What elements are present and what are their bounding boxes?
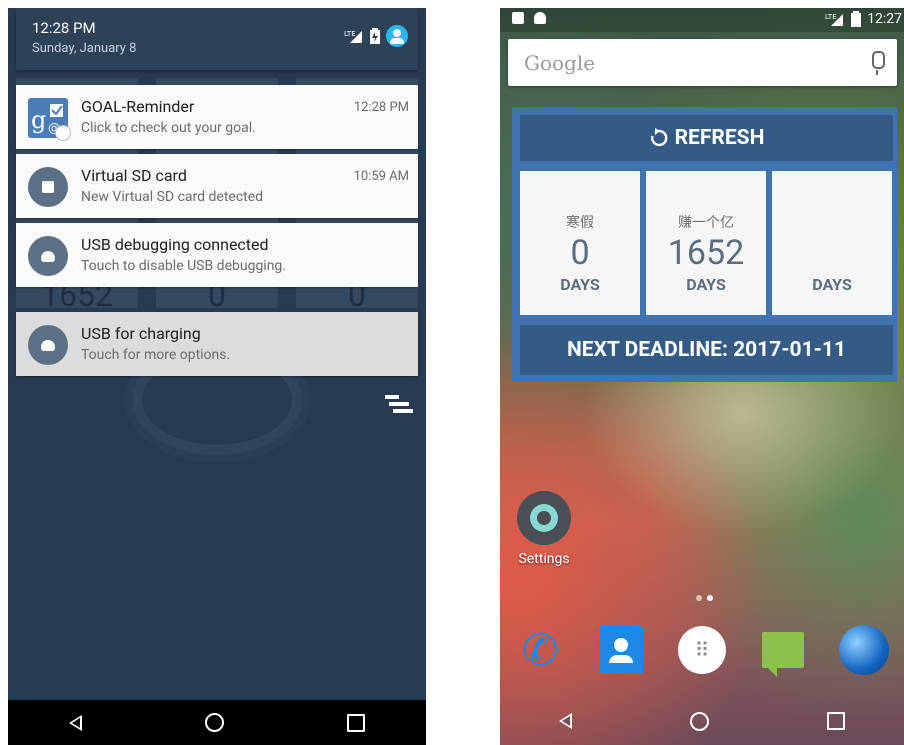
sd-card-icon: [512, 12, 524, 24]
battery-icon: [851, 11, 862, 27]
notification-goal-reminder[interactable]: g @ GOAL-Reminder Click to check out your…: [16, 85, 418, 149]
goal-card[interactable]: 赚一个亿 1652 DAYS: [646, 171, 766, 315]
notification-title: Virtual SD card: [81, 166, 187, 185]
goal-app-icon: g @: [28, 98, 71, 141]
goal-days-unit: DAYS: [560, 275, 600, 294]
notification-title: USB debugging connected: [81, 235, 269, 254]
android-icon: [534, 12, 546, 24]
status-left-icons: [512, 12, 546, 24]
goal-days-value: 0: [570, 233, 590, 273]
quick-settings-header[interactable]: 12:28 PM Sunday, January 8 LTE: [16, 8, 418, 70]
page-dot-active: [707, 595, 713, 601]
svg-text:LTE: LTE: [825, 13, 837, 21]
page-indicator: [696, 595, 713, 601]
notification-text: Click to check out your goal.: [81, 120, 256, 136]
notification-usb-debugging[interactable]: USB debugging connected Touch to disable…: [16, 223, 418, 287]
back-icon[interactable]: [69, 714, 83, 731]
notification-title: GOAL-Reminder: [81, 97, 195, 116]
goal-days-value: 1652: [667, 233, 745, 273]
home-icon[interactable]: [204, 713, 224, 732]
status-bar: LTE 12:27: [500, 8, 904, 32]
notification-text: Touch to disable USB debugging.: [81, 258, 286, 274]
notification-text: Touch for more options.: [81, 347, 231, 363]
phone-icon[interactable]: ✆: [514, 624, 566, 676]
app-label: Settings: [518, 551, 570, 567]
back-icon[interactable]: [559, 713, 572, 729]
notification-usb-charging[interactable]: USB for charging Touch for more options.: [16, 312, 418, 376]
home-screen: LTE 12:27 Google REFRESH 寒假 0 DAYS 赚一个亿 …: [500, 8, 904, 745]
svg-text:LTE: LTE: [344, 30, 356, 38]
goal-card[interactable]: 寒假 0 DAYS: [520, 171, 640, 315]
notification-time: 12:28 PM: [353, 100, 409, 115]
home-icon[interactable]: [690, 711, 709, 731]
goal-widget: REFRESH 寒假 0 DAYS 赚一个亿 1652 DAYS DAYS NE…: [512, 107, 897, 382]
clear-all-icon[interactable]: [385, 395, 413, 416]
goal-days-unit: DAYS: [812, 275, 852, 294]
goal-name: 寒假: [566, 215, 594, 231]
svg-text:g: g: [31, 106, 46, 134]
google-logo: Google: [524, 51, 596, 75]
refresh-icon: [650, 128, 667, 147]
notification-shade-screen: 1652 0 0 12:28 PM Sunday, January 8 LTE …: [8, 8, 426, 745]
refresh-label: REFRESH: [674, 126, 765, 150]
settings-gear-icon: [517, 491, 571, 545]
app-drawer-icon[interactable]: ⠿: [676, 624, 728, 676]
contacts-icon[interactable]: [595, 624, 647, 676]
goal-name: 赚一个亿: [678, 215, 734, 231]
dock: ✆ ⠿: [500, 622, 904, 678]
android-icon: [28, 325, 68, 365]
navigation-bar: [8, 700, 426, 745]
status-icons: LTE: [344, 25, 408, 47]
user-avatar-icon[interactable]: [386, 25, 408, 47]
google-search-bar[interactable]: Google: [508, 39, 897, 86]
lte-signal-icon: LTE: [344, 30, 362, 43]
clock: 12:28 PM: [32, 19, 96, 37]
goal-days-unit: DAYS: [686, 275, 726, 294]
settings-app-shortcut[interactable]: Settings: [514, 491, 574, 567]
navigation-bar: [500, 697, 904, 745]
badge-icon: [55, 125, 71, 141]
microphone-icon[interactable]: [872, 51, 885, 75]
notification-title: USB for charging: [81, 324, 201, 343]
status-clock: 12:27: [867, 11, 902, 27]
notification-virtual-sd[interactable]: Virtual SD card New Virtual SD card dete…: [16, 154, 418, 218]
notification-text: New Virtual SD card detected: [81, 189, 264, 205]
next-deadline-banner[interactable]: NEXT DEADLINE: 2017-01-11: [520, 325, 893, 375]
refresh-button[interactable]: REFRESH: [520, 115, 893, 161]
messenger-icon[interactable]: [757, 624, 809, 677]
recents-icon[interactable]: [827, 712, 845, 730]
lte-signal-icon: LTE: [825, 13, 844, 26]
recents-icon[interactable]: [346, 713, 365, 732]
notification-time: 10:59 AM: [353, 169, 409, 184]
battery-icon: [370, 28, 380, 44]
page-dot: [696, 595, 702, 601]
android-icon: [28, 236, 68, 276]
sd-card-icon: [28, 167, 68, 207]
browser-icon[interactable]: [838, 624, 890, 676]
goal-card[interactable]: DAYS: [772, 171, 892, 315]
status-right-icons: LTE 12:27: [825, 11, 902, 27]
date[interactable]: Sunday, January 8: [32, 41, 137, 56]
